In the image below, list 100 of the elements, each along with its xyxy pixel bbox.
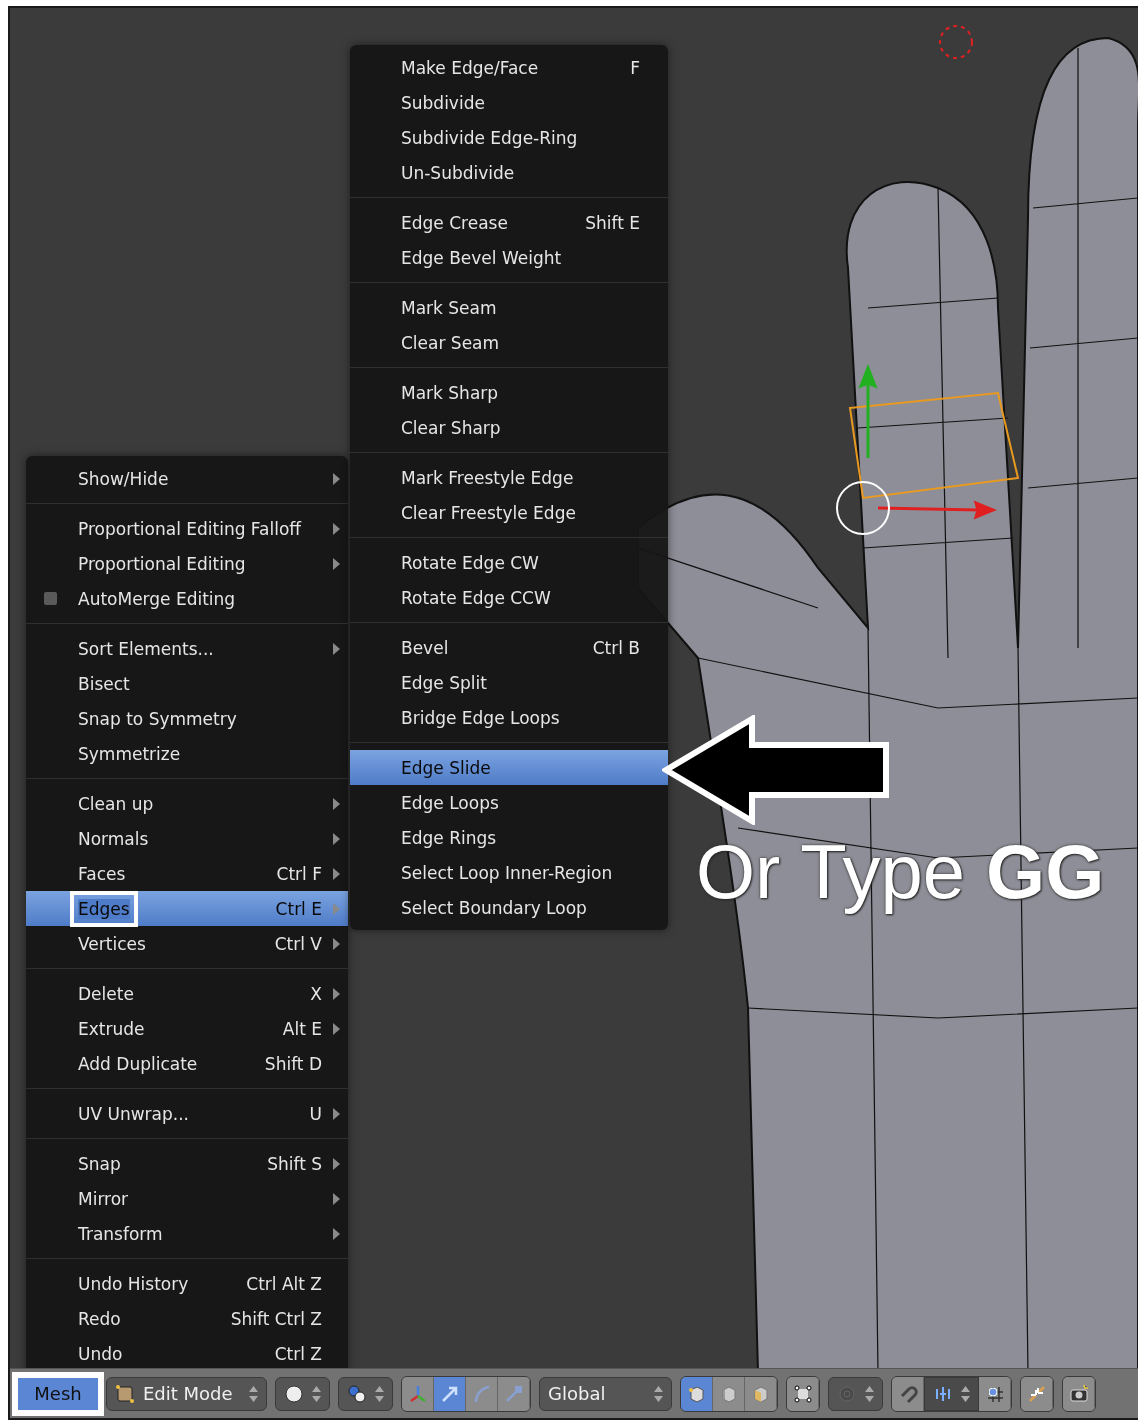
shortcut-text: Ctrl B <box>592 637 640 658</box>
menu-item[interactable]: Select Boundary Loop <box>350 890 668 925</box>
limit-selection-icon <box>792 1383 813 1404</box>
submenu-arrow-icon <box>333 832 340 845</box>
icon-dropdown[interactable] <box>275 1376 330 1411</box>
submenu-arrow-icon <box>333 867 340 880</box>
menu-item[interactable]: Extrude Alt E <box>26 1011 348 1046</box>
submenu-arrow-icon <box>333 1107 340 1120</box>
dropdown[interactable]: Edit Mode <box>106 1376 267 1411</box>
shortcut-text: Ctrl E <box>275 898 322 919</box>
up-down-arrows-icon <box>961 1384 970 1403</box>
up-down-arrows-icon <box>249 1384 258 1403</box>
submenu-arrow-icon <box>333 1022 340 1035</box>
submenu-arrow-icon <box>333 1227 340 1240</box>
menu-item[interactable]: Show/Hide <box>26 461 348 496</box>
submenu-arrow-icon <box>333 642 340 655</box>
cube-mode-icon <box>115 1383 135 1404</box>
shortcut-text: Shift D <box>264 1053 322 1074</box>
menu-item[interactable]: Mark Freestyle Edge <box>350 460 668 495</box>
menu-item[interactable]: Faces Ctrl F <box>26 856 348 891</box>
menu-item[interactable]: Undo Ctrl Z <box>26 1336 348 1368</box>
menu-item[interactable]: Clean up <box>26 786 348 821</box>
toolbar-button[interactable] <box>713 1376 745 1411</box>
toolbar-button[interactable] <box>1021 1376 1053 1411</box>
menu-item[interactable]: Clear Sharp <box>350 410 668 445</box>
menu-item[interactable]: Make Edge/Face F <box>350 50 668 85</box>
submenu-arrow-icon <box>333 987 340 1000</box>
menu-item[interactable]: Delete X <box>26 976 348 1011</box>
menu-item[interactable]: Mirror <box>26 1181 348 1216</box>
toolbar-button[interactable] <box>434 1376 466 1411</box>
toolbar-button[interactable] <box>466 1376 498 1411</box>
toolbar-button[interactable] <box>1063 1376 1095 1411</box>
submenu-arrow-icon <box>333 1192 340 1205</box>
menu-item[interactable]: Edge Crease Shift E <box>350 205 668 240</box>
toolbar-button[interactable] <box>498 1376 530 1411</box>
shortcut-text: Ctrl Alt Z <box>246 1273 322 1294</box>
menu-item[interactable]: Mark Seam <box>350 290 668 325</box>
submenu-arrow-icon <box>333 1157 340 1170</box>
toolbar-button[interactable] <box>681 1376 713 1411</box>
shortcut-text: Shift E <box>585 212 640 233</box>
menu-item[interactable]: Edge Loops <box>350 785 668 820</box>
menu-item[interactable]: Edge Bevel Weight <box>350 240 668 275</box>
proportional-circle-icon <box>837 1383 857 1404</box>
menu-item[interactable]: Vertices Ctrl V <box>26 926 348 961</box>
checkbox[interactable] <box>44 592 57 605</box>
menu-item[interactable]: Bridge Edge Loops <box>350 700 668 735</box>
submenu-arrow-icon <box>333 472 340 485</box>
menu-item[interactable]: Transform <box>26 1216 348 1251</box>
submenu-arrow-icon <box>333 797 340 810</box>
up-down-arrows-icon <box>865 1384 874 1403</box>
submenu-arrow-icon <box>333 902 340 915</box>
toolbar-button[interactable] <box>787 1376 819 1411</box>
menu-item[interactable]: Subdivide <box>350 85 668 120</box>
menu-item[interactable]: Normals <box>26 821 348 856</box>
menu-item[interactable]: Edge Split <box>350 665 668 700</box>
icon-dropdown[interactable] <box>828 1376 883 1411</box>
toolbar-button[interactable] <box>745 1376 777 1411</box>
menu-item[interactable]: Redo Shift Ctrl Z <box>26 1301 348 1336</box>
shortcut-text: U <box>309 1103 322 1124</box>
camera-icon <box>1068 1383 1089 1404</box>
shortcut-text: Ctrl F <box>276 863 322 884</box>
icon-dropdown[interactable] <box>338 1376 393 1411</box>
icon-dropdown[interactable] <box>924 1376 979 1411</box>
shortcut-text: F <box>630 57 640 78</box>
submenu-arrow-icon <box>333 557 340 570</box>
menu-item[interactable]: Proportional Editing Falloff <box>26 511 348 546</box>
menu-item[interactable]: Snap Shift S <box>26 1146 348 1181</box>
menu-item[interactable]: Bisect <box>26 666 348 701</box>
menu-item[interactable]: Sort Elements... <box>26 631 348 666</box>
menu-item[interactable]: Mark Sharp <box>350 375 668 410</box>
menu-item[interactable]: Undo History Ctrl Alt Z <box>26 1266 348 1301</box>
menu-item[interactable]: Rotate Edge CW <box>350 545 668 580</box>
submenu-arrow-icon <box>333 937 340 950</box>
pivot-icon <box>347 1383 367 1404</box>
menu-item[interactable]: UV Unwrap... U <box>26 1096 348 1131</box>
shortcut-text: Shift S <box>267 1153 322 1174</box>
menu-item[interactable]: Clear Freestyle Edge <box>350 495 668 530</box>
menu-item[interactable]: Edge Rings <box>350 820 668 855</box>
shortcut-text: Ctrl Z <box>274 1343 322 1364</box>
dropdown[interactable]: Global <box>539 1376 672 1411</box>
menu-item[interactable]: Add Duplicate Shift D <box>26 1046 348 1081</box>
toolbar-button[interactable] <box>979 1376 1011 1411</box>
sphere-icon <box>284 1383 304 1404</box>
menu-item[interactable]: Rotate Edge CCW <box>350 580 668 615</box>
menu-item[interactable]: Bevel Ctrl B <box>350 630 668 665</box>
menu-item[interactable]: Select Loop Inner-Region <box>350 855 668 890</box>
shortcut-text: Shift Ctrl Z <box>230 1308 322 1329</box>
menu-item[interactable]: Edges Ctrl E <box>26 891 348 926</box>
menu-item[interactable]: Clear Seam <box>350 325 668 360</box>
menu-item[interactable]: Symmetrize <box>26 736 348 771</box>
menu-item[interactable]: Edge Slide <box>350 750 668 785</box>
menu-item[interactable]: Proportional Editing <box>26 546 348 581</box>
menu-item[interactable]: Un-Subdivide <box>350 155 668 190</box>
menu-item[interactable]: Subdivide Edge-Ring <box>350 120 668 155</box>
up-down-arrows-icon <box>654 1384 663 1403</box>
menu-item[interactable]: AutoMerge Editing <box>26 581 348 616</box>
shortcut-text: Ctrl V <box>274 933 322 954</box>
menu-item[interactable]: Snap to Symmetry <box>26 701 348 736</box>
up-down-arrows-icon <box>375 1384 384 1403</box>
up-down-arrows-icon <box>312 1384 321 1403</box>
